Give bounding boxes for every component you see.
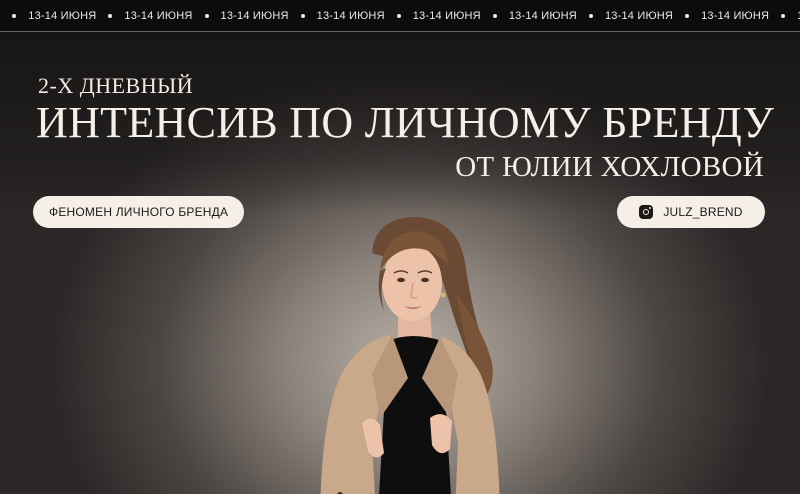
hero-title: ИНТЕНСИВ ПО ЛИЧНОМУ БРЕНДУ xyxy=(36,98,775,147)
ticker-dot xyxy=(781,13,786,18)
ticker-item: 13-14 ИЮНЯ xyxy=(124,10,220,22)
ticker-item: 13-14 ИЮНЯ xyxy=(28,10,124,22)
hero-author: ОТ ЮЛИИ ХОХЛОВОЙ xyxy=(455,151,764,183)
ticker-item: 13-14 ИЮНЯ xyxy=(605,10,701,22)
ticker-item: 13-14 ИЮНЯ xyxy=(221,10,317,22)
ticker-track: НЯ 13-14 ИЮНЯ 13-14 ИЮНЯ 13-14 ИЮНЯ 13-14 И… xyxy=(0,10,800,22)
instagram-link-button[interactable]: JULZ_BREND xyxy=(617,196,765,228)
ticker-date-text: 13-14 ИЮНЯ xyxy=(604,9,674,22)
ticker-date-text: 13-14 ИЮНЯ xyxy=(124,9,193,22)
brand-phenomenon-label: ФЕНОМЕН ЛИЧНОГО БРЕНДА xyxy=(49,205,229,219)
hero-subtitle: 2-Х ДНЕВНЫЙ xyxy=(38,73,194,98)
ticker-date-text: 13-14 ИЮНЯ xyxy=(316,9,385,22)
hero-banner: 2-Х ДНЕВНЫЙ ИНТЕНСИВ ПО ЛИЧНОМУ БРЕНДУ О… xyxy=(0,33,800,494)
speaker-portrait xyxy=(320,217,500,494)
ticker-dot xyxy=(300,13,305,18)
ticker-date-text: 13-14 ИЮНЯ xyxy=(508,9,577,22)
ticker-date-text: 13-14 ИЮНЯ xyxy=(220,9,289,22)
ticker-date-text: 13-14 ИЮНЯ xyxy=(412,9,481,22)
ticker-date-text: 13-14 ИЮНЯ xyxy=(701,9,770,22)
ticker-item: 13-14 ИЮНЯ xyxy=(509,10,605,22)
date-ticker: НЯ 13-14 ИЮНЯ 13-14 ИЮНЯ 13-14 ИЮНЯ 13-14 И… xyxy=(0,0,800,32)
ticker-dot xyxy=(396,13,401,18)
ticker-fragment: НЯ xyxy=(0,10,28,22)
ticker-dot xyxy=(492,13,497,18)
instagram-icon xyxy=(639,205,654,219)
ticker-item: 13-14 ИЮНЯ xyxy=(701,10,797,22)
ticker-dot xyxy=(204,13,209,18)
brand-phenomenon-button[interactable]: ФЕНОМЕН ЛИЧНОГО БРЕНДА xyxy=(33,196,245,228)
ticker-date-text: 13-14 ИЮНЯ xyxy=(28,9,97,22)
ticker-dot xyxy=(685,13,690,18)
ticker-item: 13-14 ИЮНЯ xyxy=(317,10,413,22)
ticker-dot xyxy=(588,13,593,18)
ticker-dot xyxy=(12,13,17,18)
instagram-handle: JULZ_BREND xyxy=(663,205,743,219)
ticker-item: 13-14 ИЮНЯ xyxy=(413,10,509,22)
ticker-dot xyxy=(108,13,113,18)
